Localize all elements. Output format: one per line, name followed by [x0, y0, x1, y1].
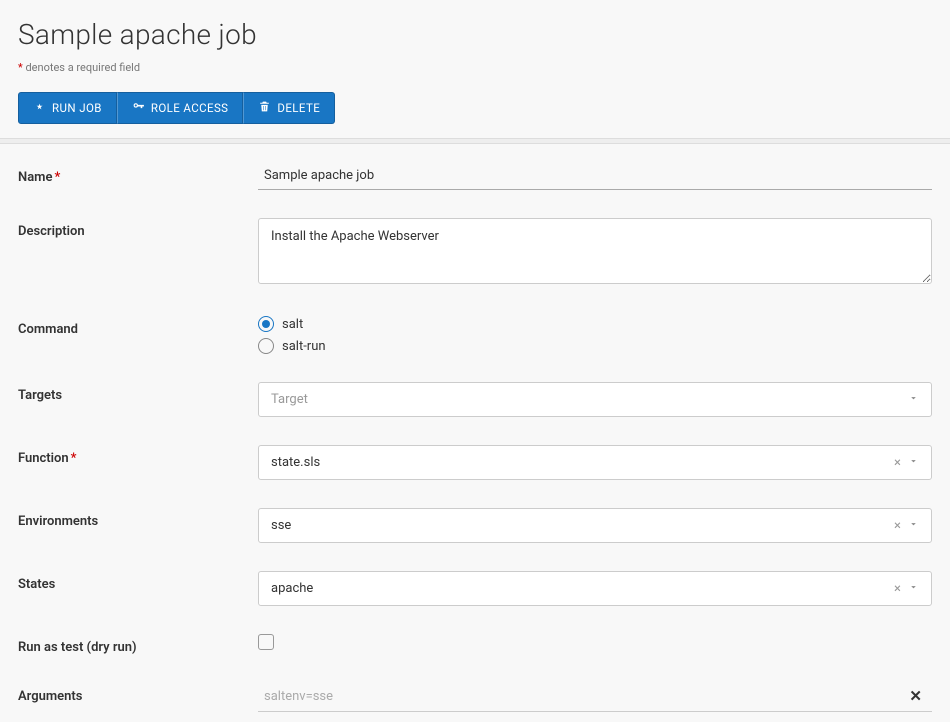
delete-label: DELETE	[277, 101, 320, 115]
targets-label: Targets	[18, 382, 258, 403]
targets-select[interactable]: Target	[258, 382, 932, 417]
page-title: Sample apache job	[18, 18, 932, 51]
chevron-down-icon	[908, 581, 919, 596]
required-note-text: denotes a required field	[23, 61, 140, 74]
clear-states-icon[interactable]: ×	[894, 581, 901, 596]
targets-placeholder: Target	[271, 392, 308, 407]
function-value: state.sls	[271, 455, 320, 470]
run-job-label: RUN JOB	[52, 101, 102, 115]
command-radio-group: salt salt-run	[258, 316, 932, 354]
function-select[interactable]: state.sls ×	[258, 445, 932, 480]
environments-label: Environments	[18, 508, 258, 529]
clear-environments-icon[interactable]: ×	[894, 518, 901, 533]
delete-button[interactable]: DELETE	[243, 92, 335, 124]
chevron-down-icon	[908, 392, 919, 407]
role-access-button[interactable]: ROLE ACCESS	[117, 92, 244, 124]
command-label: Command	[18, 316, 258, 337]
role-access-label: ROLE ACCESS	[151, 101, 229, 115]
states-label: States	[18, 571, 258, 592]
function-label: Function*	[18, 445, 258, 466]
command-option-salt-label: salt	[282, 317, 303, 332]
description-label: Description	[18, 218, 258, 239]
environments-select[interactable]: sse ×	[258, 508, 932, 543]
run-job-button[interactable]: RUN JOB	[18, 92, 117, 124]
remove-argument-icon[interactable]: ✕	[905, 687, 926, 705]
dry-run-checkbox[interactable]	[258, 634, 274, 650]
command-radio-salt[interactable]	[258, 316, 274, 332]
arguments-label: Arguments	[18, 683, 258, 704]
states-select[interactable]: apache ×	[258, 571, 932, 606]
chevron-down-icon	[908, 518, 919, 533]
section-divider	[0, 138, 950, 144]
environments-value: sse	[271, 518, 291, 533]
name-label: Name*	[18, 164, 258, 185]
required-note: * denotes a required field	[18, 61, 932, 74]
clear-function-icon[interactable]: ×	[894, 455, 901, 470]
trash-icon	[258, 100, 271, 116]
command-radio-salt-run[interactable]	[258, 338, 274, 354]
command-option-salt-run-label: salt-run	[282, 339, 326, 354]
toolbar: RUN JOB ROLE ACCESS DELETE	[18, 92, 932, 124]
chevron-down-icon	[908, 455, 919, 470]
command-option-salt[interactable]: salt	[258, 316, 932, 332]
states-value: apache	[271, 581, 313, 596]
command-option-salt-run[interactable]: salt-run	[258, 338, 932, 354]
dry-run-label: Run as test (dry run)	[18, 634, 258, 655]
key-icon	[132, 100, 145, 116]
play-icon	[33, 100, 46, 116]
argument-input[interactable]	[264, 689, 905, 704]
name-input[interactable]	[258, 164, 932, 190]
argument-row: ✕	[258, 683, 932, 712]
description-textarea[interactable]: Install the Apache Webserver	[258, 218, 932, 284]
